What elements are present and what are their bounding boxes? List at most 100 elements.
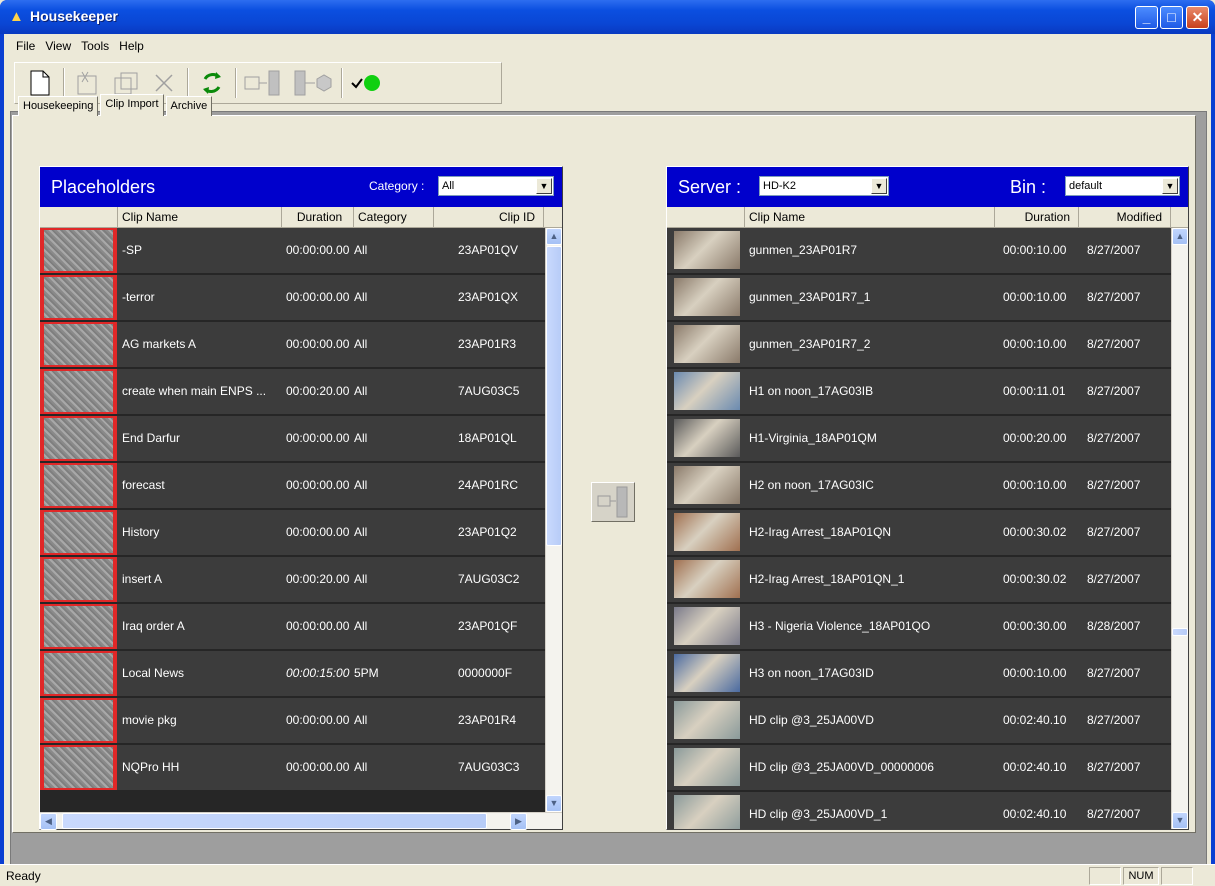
connection-status-icon[interactable] [347, 66, 385, 100]
scroll-up-icon[interactable]: ▲ [1172, 228, 1188, 245]
menu-help[interactable]: Help [119, 37, 144, 55]
table-row[interactable]: gunmen_23AP01R7 00:00:10.00 8/27/2007 [667, 228, 1171, 275]
scroll-up-icon[interactable]: ▲ [546, 228, 562, 245]
server-select[interactable]: HD-K2 ▼ [759, 176, 889, 196]
clip-name: H2-Irag Arrest_18AP01QN [749, 525, 892, 539]
menu-file[interactable]: File [16, 37, 35, 55]
menu-view[interactable]: View [45, 37, 71, 55]
placeholder-image [44, 371, 113, 412]
clip-thumbnail [674, 513, 740, 551]
menu-tools[interactable]: Tools [81, 37, 109, 55]
clip-duration: 00:00:30.00 [1003, 619, 1067, 633]
thumb-column-header[interactable] [667, 207, 745, 227]
table-row[interactable]: movie pkg 00:00:00.00 All 23AP01R4 [40, 698, 545, 745]
clip-category: All [354, 713, 368, 727]
table-row[interactable]: gunmen_23AP01R7_1 00:00:10.00 8/27/2007 [667, 275, 1171, 322]
clip-duration: 00:00:15:00 [286, 666, 350, 680]
clip-modified: 8/27/2007 [1087, 713, 1141, 727]
table-row[interactable]: -SP 00:00:00.00 All 23AP01QV [40, 228, 545, 275]
chevron-down-icon[interactable]: ▼ [1162, 178, 1178, 194]
col-duration[interactable]: Duration [282, 207, 354, 227]
table-row[interactable]: gunmen_23AP01R7_2 00:00:10.00 8/27/2007 [667, 322, 1171, 369]
maximize-button[interactable]: □ [1160, 6, 1183, 29]
table-row[interactable]: Local News 00:00:15:00 5PM 0000000F [40, 651, 545, 698]
clip-id: 18AP01QL [458, 431, 517, 445]
table-row[interactable]: H2-Irag Arrest_18AP01QN 00:00:30.02 8/27/2… [667, 510, 1171, 557]
placeholders-list: -SP 00:00:00.00 All 23AP01QV -terror 00:00:00… [40, 228, 545, 812]
table-row[interactable]: HD clip @3_25JA00VD_1 00:02:40.10 8/27/200… [667, 792, 1171, 829]
table-row[interactable]: History 00:00:00.00 All 23AP01Q2 [40, 510, 545, 557]
clip-category: All [354, 337, 368, 351]
placeholder-image [44, 653, 113, 694]
scroll-thumb[interactable] [1172, 628, 1188, 636]
placeholder-image [44, 418, 113, 459]
clip-id: 7AUG03C3 [458, 760, 520, 774]
tab-strip: Housekeeping Clip Import Archive [18, 94, 214, 116]
category-select[interactable]: All ▼ [438, 176, 554, 196]
placeholder-thumbnail [40, 745, 117, 790]
export-cube-icon[interactable] [289, 66, 337, 100]
placeholder-thumbnail [40, 463, 117, 508]
clip-name: H2 on noon_17AG03IC [749, 478, 874, 492]
bin-select[interactable]: default ▼ [1065, 176, 1180, 196]
placeholders-hscroll[interactable]: ◀ ▶ [40, 812, 562, 830]
table-row[interactable]: forecast 00:00:00.00 All 24AP01RC [40, 463, 545, 510]
import-bin-icon[interactable] [241, 66, 289, 100]
clip-id: 23AP01Q2 [458, 525, 517, 539]
table-row[interactable]: AG markets A 00:00:00.00 All 23AP01R3 [40, 322, 545, 369]
scroll-left-icon[interactable]: ◀ [40, 813, 57, 830]
table-row[interactable]: HD clip @3_25JA00VD 00:02:40.10 8/27/2007 [667, 698, 1171, 745]
minimize-button[interactable]: _ [1135, 6, 1158, 29]
col-modified[interactable]: Modified [1079, 207, 1171, 227]
tab-housekeeping[interactable]: Housekeeping [18, 96, 99, 116]
table-row[interactable]: Iraq order A 00:00:00.00 All 23AP01QF [40, 604, 545, 651]
bin-value: default [1069, 180, 1103, 192]
table-row[interactable]: create when main ENPS ... 00:00:20.00 All 7… [40, 369, 545, 416]
clip-duration: 00:00:30.02 [1003, 572, 1067, 586]
col-category[interactable]: Category [354, 207, 434, 227]
table-row[interactable]: insert A 00:00:20.00 All 7AUG03C2 [40, 557, 545, 604]
table-row[interactable]: H3 on noon_17AG03ID 00:00:10.00 8/27/2007 [667, 651, 1171, 698]
toolbar-separator [235, 68, 237, 98]
table-row[interactable]: End Darfur 00:00:00.00 All 18AP01QL [40, 416, 545, 463]
clip-duration: 00:00:20.00 [286, 384, 350, 398]
clip-name: insert A [122, 572, 163, 586]
chevron-down-icon[interactable]: ▼ [871, 178, 887, 194]
table-row[interactable]: H1 on noon_17AG03IB 00:00:11.01 8/27/2007 [667, 369, 1171, 416]
table-row[interactable]: NQPro HH 00:00:00.00 All 7AUG03C3 [40, 745, 545, 792]
table-row[interactable]: H1-Virginia_18AP01QM 00:00:20.00 8/27/2007 [667, 416, 1171, 463]
clip-thumbnail [674, 278, 740, 316]
placeholders-panel: Placeholders Category : All ▼ Clip Name … [39, 166, 563, 830]
placeholder-image [44, 277, 113, 318]
tab-archive[interactable]: Archive [165, 96, 213, 116]
window-title: Housekeeper [30, 8, 118, 24]
table-row[interactable]: -terror 00:00:00.00 All 23AP01QX [40, 275, 545, 322]
col-clip-name[interactable]: Clip Name [118, 207, 282, 227]
tab-clip-import[interactable]: Clip Import [100, 94, 164, 116]
col-clip-id[interactable]: Clip ID [434, 207, 544, 227]
close-button[interactable]: ✕ [1186, 6, 1209, 29]
col-duration[interactable]: Duration [995, 207, 1079, 227]
scroll-right-icon[interactable]: ▶ [510, 813, 527, 830]
hscroll-thumb[interactable] [62, 813, 487, 829]
clip-duration: 00:00:10.00 [1003, 290, 1067, 304]
col-clip-name[interactable]: Clip Name [745, 207, 995, 227]
server-column-header: Clip Name Duration Modified [667, 207, 1188, 228]
clip-id: 23AP01QX [458, 290, 519, 304]
scroll-down-icon[interactable]: ▼ [546, 795, 562, 812]
scroll-thumb[interactable] [546, 246, 562, 546]
clip-name: HD clip @3_25JA00VD [749, 713, 874, 727]
title-bar[interactable]: ▲ Housekeeper _ □ ✕ [0, 0, 1215, 34]
table-row[interactable]: HD clip @3_25JA00VD_00000006 00:02:40.10 8… [667, 745, 1171, 792]
import-clip-button[interactable] [591, 482, 635, 522]
scroll-down-icon[interactable]: ▼ [1172, 812, 1188, 829]
table-row[interactable]: H2 on noon_17AG03IC 00:00:10.00 8/27/2007 [667, 463, 1171, 510]
thumb-column-header[interactable] [40, 207, 118, 227]
table-row[interactable]: H3 - Nigeria Violence_18AP01QO 00:00:30.0… [667, 604, 1171, 651]
status-panel-caps [1089, 867, 1121, 885]
placeholders-vscroll[interactable]: ▲ ▼ [545, 228, 562, 812]
table-row[interactable]: H2-Irag Arrest_18AP01QN_1 00:00:30.02 8/27… [667, 557, 1171, 604]
server-vscroll[interactable]: ▲ ▼ [1171, 228, 1188, 829]
clip-duration: 00:00:00.00 [286, 431, 350, 445]
chevron-down-icon[interactable]: ▼ [536, 178, 552, 194]
